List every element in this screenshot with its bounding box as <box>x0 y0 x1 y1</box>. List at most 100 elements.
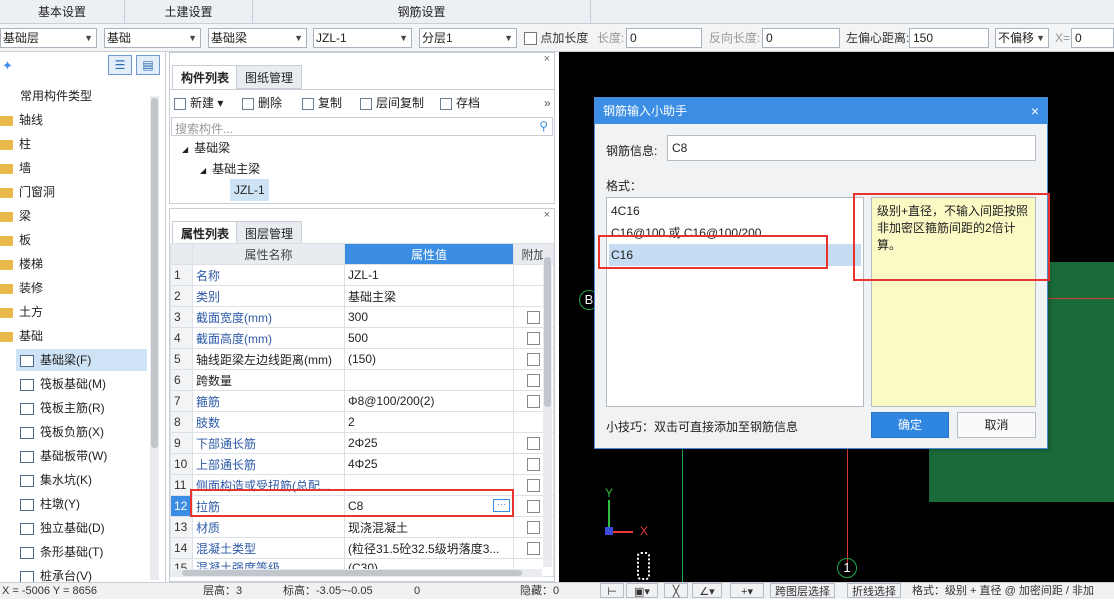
table-row[interactable]: 14 混凝土类型 (粒径31.5砼32.5级坍落度3... <box>170 537 554 559</box>
select-tool-icon[interactable]: ▣▾ <box>626 583 658 598</box>
row-value[interactable]: (粒径31.5砼32.5级坍落度3... <box>344 537 514 559</box>
table-row[interactable]: 1 名称 JZL-1 <box>170 264 554 286</box>
tree-node-main-beam[interactable]: ◢ 基础主梁 <box>200 158 260 180</box>
search-icon[interactable]: ⚲ <box>539 119 548 133</box>
props-scrollbar[interactable] <box>543 245 552 567</box>
tab-civil-settings[interactable]: 土建设置 <box>125 0 253 24</box>
row-value[interactable]: 4Φ25 <box>344 453 514 475</box>
row-value[interactable]: JZL-1 <box>344 264 514 286</box>
tab-component-list[interactable]: 构件列表 <box>172 65 239 89</box>
tree-item-decoration[interactable]: 装修 <box>0 277 43 299</box>
tab-property-list[interactable]: 属性列表 <box>172 221 239 245</box>
tree-item-earthwork[interactable]: 土方 <box>0 301 43 323</box>
table-row[interactable]: 5 轴线距梁左边线距离(mm) (150) <box>170 348 554 370</box>
checkbox-icon[interactable] <box>527 437 540 451</box>
tree-sub-slab-strip[interactable]: 基础板带(W) <box>20 445 107 467</box>
format-list[interactable]: 4C16 C16@100 或 C16@100/200 C16 <box>606 197 864 407</box>
list-view-icon[interactable]: ☰ <box>108 55 132 75</box>
component-search-input[interactable]: 搜索构件... ⚲ <box>171 117 553 136</box>
props-hscroll-thumb[interactable] <box>182 570 522 576</box>
checkbox-icon[interactable] <box>527 332 540 346</box>
tree-item-beam[interactable]: 梁 <box>0 205 31 227</box>
plus-tool-icon[interactable]: +▾ <box>730 583 764 598</box>
tree-common-types[interactable]: 常用构件类型 <box>20 85 92 107</box>
tree-sub-raft-main-rebar[interactable]: 筏板主筋(R) <box>20 397 105 419</box>
tree-item-slab[interactable]: 板 <box>0 229 31 251</box>
floor-copy-button[interactable]: 层间复制 <box>360 93 424 113</box>
table-row[interactable]: 6 跨数量 <box>170 369 554 391</box>
point-length-checkbox[interactable]: 点加长度 <box>524 28 588 48</box>
tree-item-wall[interactable]: 墙 <box>0 157 31 179</box>
offset-mode-select[interactable]: 不偏移 ▼ <box>995 28 1049 48</box>
tree-sub-strip-footing[interactable]: 条形基础(T) <box>20 541 103 563</box>
layer-select[interactable]: 分层1 ▼ <box>419 28 517 48</box>
tree-node-foundation-beam[interactable]: ◢ 基础梁 <box>182 137 230 159</box>
tab-rebar-settings[interactable]: 钢筋设置 <box>253 0 591 24</box>
table-row[interactable]: 7 箍筋 Φ8@100/200(2) <box>170 390 554 412</box>
close-icon[interactable]: × <box>544 209 550 221</box>
tree-scrollbar[interactable] <box>150 96 159 580</box>
format-item[interactable]: 4C16 <box>611 200 859 222</box>
category-select[interactable]: 基础 ▼ <box>104 28 201 48</box>
checkbox-icon[interactable] <box>527 374 540 388</box>
x-input[interactable]: 0 <box>1071 28 1114 48</box>
row-value[interactable]: (150) <box>344 348 514 370</box>
table-row[interactable]: 8 肢数 2 <box>170 411 554 433</box>
tree-node-jzl1[interactable]: JZL-1 <box>230 179 269 201</box>
delete-button[interactable]: 删除 <box>242 93 282 113</box>
row-value[interactable]: Φ8@100/200(2) <box>344 390 514 412</box>
checkbox-icon[interactable] <box>527 395 540 409</box>
new-button[interactable]: 新建 ▾ <box>174 93 223 113</box>
checkbox-icon[interactable] <box>527 500 540 514</box>
component-select[interactable]: JZL-1 ▼ <box>313 28 412 48</box>
tree-sub-raft-negative-rebar[interactable]: 筏板负筋(X) <box>20 421 104 443</box>
rebar-info-input[interactable]: C8 <box>667 135 1036 161</box>
offset-input[interactable]: 150 <box>909 28 989 48</box>
tab-basic-settings[interactable]: 基本设置 <box>0 0 125 24</box>
close-icon[interactable]: × <box>544 53 550 65</box>
checkbox-icon[interactable] <box>524 32 537 46</box>
table-row[interactable]: 10 上部通长筋 4Φ25 <box>170 453 554 475</box>
table-row[interactable]: 9 下部通长筋 2Φ25 <box>170 432 554 454</box>
tree-sub-isolated-footing[interactable]: 独立基础(D) <box>20 517 105 539</box>
grid-view-icon[interactable]: ▤ <box>136 55 160 75</box>
cross-tool-icon[interactable]: ╳ <box>664 583 688 598</box>
tree-item-foundation[interactable]: 基础 <box>0 325 43 347</box>
row-value[interactable]: 现浇混凝土 <box>344 516 514 538</box>
tree-scroll-thumb[interactable] <box>151 98 158 448</box>
polyline-select-button[interactable]: 折线选择 <box>847 583 901 598</box>
row-value[interactable]: 300 <box>344 306 514 328</box>
tree-item-column[interactable]: 柱 <box>0 133 31 155</box>
checkbox-icon[interactable] <box>527 458 540 472</box>
close-icon[interactable]: × <box>1031 98 1039 124</box>
table-row[interactable]: 4 截面高度(mm) 500 <box>170 327 554 349</box>
copy-button[interactable]: 复制 <box>302 93 342 113</box>
table-row[interactable]: 3 截面宽度(mm) 300 <box>170 306 554 328</box>
tab-layer-management[interactable]: 图层管理 <box>236 221 303 245</box>
checkbox-icon[interactable] <box>527 311 540 325</box>
tree-item-axis[interactable]: 轴线 <box>0 109 43 131</box>
checkbox-icon[interactable] <box>527 521 540 535</box>
tree-item-stairs[interactable]: 楼梯 <box>0 253 43 275</box>
row-value[interactable] <box>344 369 514 391</box>
tree-sub-foundation-beam[interactable]: 基础梁(F) <box>16 349 147 371</box>
checkbox-icon[interactable] <box>527 353 540 367</box>
archive-button[interactable]: 存档 <box>440 93 480 113</box>
sparkle-icon[interactable]: ✦ <box>2 58 13 74</box>
tab-drawing-management[interactable]: 图纸管理 <box>236 65 303 89</box>
props-scroll-thumb[interactable] <box>544 257 551 407</box>
table-row[interactable]: 13 材质 现浇混凝土 <box>170 516 554 538</box>
checkbox-icon[interactable] <box>527 542 540 556</box>
tree-sub-raft-foundation[interactable]: 筏板基础(M) <box>20 373 106 395</box>
snap-tool-icon[interactable]: ⊢ <box>600 583 624 598</box>
length-input[interactable]: 0 <box>626 28 702 48</box>
cancel-button[interactable]: 取消 <box>957 412 1036 438</box>
tree-sub-sump-pit[interactable]: 集水坑(K) <box>20 469 92 491</box>
props-hscrollbar[interactable] <box>172 569 542 577</box>
tree-sub-column-pier[interactable]: 柱墩(Y) <box>20 493 80 515</box>
angle-tool-icon[interactable]: ∠▾ <box>692 583 722 598</box>
more-icon[interactable]: » <box>544 93 551 113</box>
row-value[interactable]: 基础主梁 <box>344 285 514 307</box>
checkbox-icon[interactable] <box>527 479 540 493</box>
row-value[interactable]: 2Φ25 <box>344 432 514 454</box>
